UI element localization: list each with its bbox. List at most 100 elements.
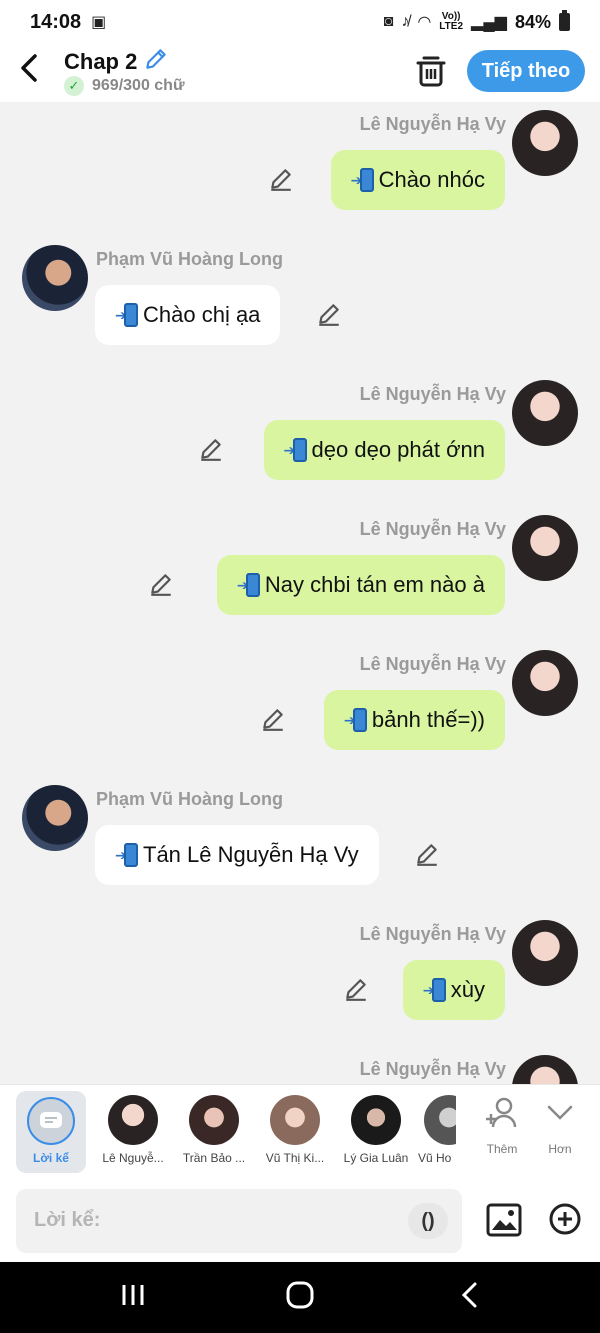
action-paren-button[interactable]: () (408, 1203, 448, 1239)
speaker-name: Lê Nguyễn Hạ Vy (359, 924, 506, 944)
more-label: Hơn (548, 1142, 572, 1156)
phone-message-icon: ➔ (237, 572, 263, 598)
message-text: bảnh thế=)) (371, 707, 485, 732)
edit-message-icon[interactable] (260, 706, 286, 732)
chapter-title: Chap 2 (64, 48, 138, 74)
character-item[interactable]: Lý Gia Luân (337, 1091, 415, 1175)
speaker-name: Lê Nguyễn Hạ Vy (359, 384, 506, 404)
avatar (351, 1095, 401, 1145)
recent-apps-button[interactable] (118, 1280, 148, 1318)
avatar (270, 1095, 320, 1145)
edit-message-icon[interactable] (343, 976, 369, 1002)
character-item[interactable]: Vũ Thị Ki... (256, 1091, 334, 1175)
message-input[interactable]: Lời kể: () (16, 1189, 462, 1253)
message-row: Lê Nguyễn Hạ Vy ➔ dẹo dẹo phát ớnn (0, 380, 600, 490)
lock-icon: ◙ (383, 13, 394, 30)
add-label: Thêm (486, 1142, 518, 1156)
next-button[interactable]: Tiếp theo (467, 50, 585, 92)
message-bubble[interactable]: ➔ xùy (402, 960, 505, 1020)
wifi-icon: ◠ (417, 14, 432, 31)
character-label: Lời kể (33, 1151, 69, 1165)
avatar[interactable] (512, 380, 578, 446)
chat-area: Lê Nguyễn Hạ Vy ➔ Chào nhóc Phạm Vũ Hoàn… (0, 102, 600, 1084)
word-count: 969/300 chữ (92, 77, 185, 94)
speaker-name: Lê Nguyễn Hạ Vy (359, 519, 506, 539)
network-label: Vo)) LTE2 (439, 11, 464, 32)
speaker-name: Phạm Vũ Hoàng Long (96, 789, 283, 809)
message-text: dẹo dẹo phát ớnn (311, 437, 485, 462)
message-text: Nay chbi tán em nào à (264, 572, 485, 597)
character-narrator[interactable]: Lời kể (16, 1091, 86, 1173)
character-item[interactable]: Lê Nguyễ... (94, 1091, 172, 1175)
message-row: Lê Nguyễn Hạ Vy ➔ Chào nhóc (0, 110, 600, 220)
avatar[interactable] (22, 785, 88, 851)
avatar[interactable] (512, 920, 578, 986)
edit-message-icon[interactable] (414, 841, 440, 867)
chevron-down-icon (530, 1095, 590, 1142)
character-label: Vũ Ho (418, 1151, 452, 1165)
home-icon (286, 1281, 314, 1309)
character-label: Vũ Thị Ki... (265, 1151, 325, 1165)
check-icon: ✓ (64, 76, 84, 96)
message-row: Phạm Vũ Hoàng Long ➔ Chào chị ạa (0, 245, 600, 355)
message-text: Chào chị ạa (143, 302, 261, 327)
message-row: Lê Nguyễn Hạ Vy (0, 1055, 600, 1084)
mute-icon: ♪̸ (401, 13, 410, 30)
pencil-icon (146, 49, 167, 69)
message-row: Phạm Vũ Hoàng Long ➔ Tán Lê Nguyễn Hạ Vy (0, 785, 600, 895)
phone-message-icon: ➔ (351, 167, 377, 193)
message-text: Chào nhóc (378, 167, 485, 192)
avatar[interactable] (22, 245, 88, 311)
image-icon (486, 1203, 522, 1237)
message-bubble[interactable]: ➔ dẹo dẹo phát ớnn (263, 420, 505, 480)
message-row: Lê Nguyễn Hạ Vy ➔ Nay chbi tán em nào à (0, 515, 600, 625)
signal-icon: ▂▄▆ (471, 14, 507, 31)
message-text: xùy (450, 977, 485, 1002)
edit-message-icon[interactable] (316, 301, 342, 327)
edit-message-icon[interactable] (198, 436, 224, 462)
character-label: Lê Nguyễ... (102, 1151, 164, 1165)
avatar[interactable] (512, 1055, 578, 1084)
edit-message-icon[interactable] (148, 571, 174, 597)
back-nav-button[interactable] (455, 1280, 485, 1318)
home-button[interactable] (285, 1280, 315, 1318)
image-button[interactable] (486, 1202, 522, 1238)
message-text: Tán Lê Nguyễn Hạ Vy (143, 842, 359, 867)
avatar[interactable] (512, 650, 578, 716)
edit-message-icon[interactable] (268, 166, 294, 192)
avatar (189, 1095, 239, 1145)
avatar[interactable] (512, 110, 578, 176)
add-character-button[interactable]: Thêm (472, 1095, 532, 1156)
header: Chap 2 ✓ 969/300 chữ Tiếp theo (0, 44, 600, 102)
back-icon (461, 1282, 477, 1308)
add-button[interactable] (548, 1202, 582, 1236)
gallery-notification-icon: ▣ (91, 14, 107, 31)
speaker-name: Lê Nguyễn Hạ Vy (359, 1059, 506, 1079)
speaker-name: Lê Nguyễn Hạ Vy (359, 654, 506, 674)
phone-message-icon: ➔ (115, 842, 141, 868)
message-bubble[interactable]: ➔ Chào nhóc (330, 150, 505, 210)
battery-icon (559, 10, 570, 31)
plus-circle-icon (549, 1203, 581, 1235)
character-item[interactable]: Trần Bảo ... (175, 1091, 253, 1175)
avatar (424, 1095, 456, 1145)
message-bubble[interactable]: ➔ Tán Lê Nguyễn Hạ Vy (95, 825, 379, 885)
phone-message-icon: ➔ (115, 302, 141, 328)
recent-apps-icon (122, 1285, 144, 1305)
message-bubble[interactable]: ➔ Nay chbi tán em nào à (216, 555, 505, 615)
speaker-name: Phạm Vũ Hoàng Long (96, 249, 283, 269)
edit-title-button[interactable] (143, 46, 169, 77)
more-button[interactable]: Hơn (530, 1095, 590, 1156)
avatar (108, 1095, 158, 1145)
back-button[interactable] (18, 52, 48, 88)
avatar[interactable] (512, 515, 578, 581)
trash-icon (416, 56, 446, 87)
delete-button[interactable] (414, 54, 448, 88)
narrator-icon (27, 1097, 75, 1145)
message-row: Lê Nguyễn Hạ Vy ➔ xùy (0, 920, 600, 1030)
message-bubble[interactable]: ➔ bảnh thế=)) (323, 690, 505, 750)
phone-message-icon: ➔ (423, 977, 449, 1003)
input-placeholder: Lời kể: (34, 1209, 101, 1231)
character-item[interactable]: Vũ Ho (418, 1091, 456, 1175)
message-bubble[interactable]: ➔ Chào chị ạa (95, 285, 281, 345)
